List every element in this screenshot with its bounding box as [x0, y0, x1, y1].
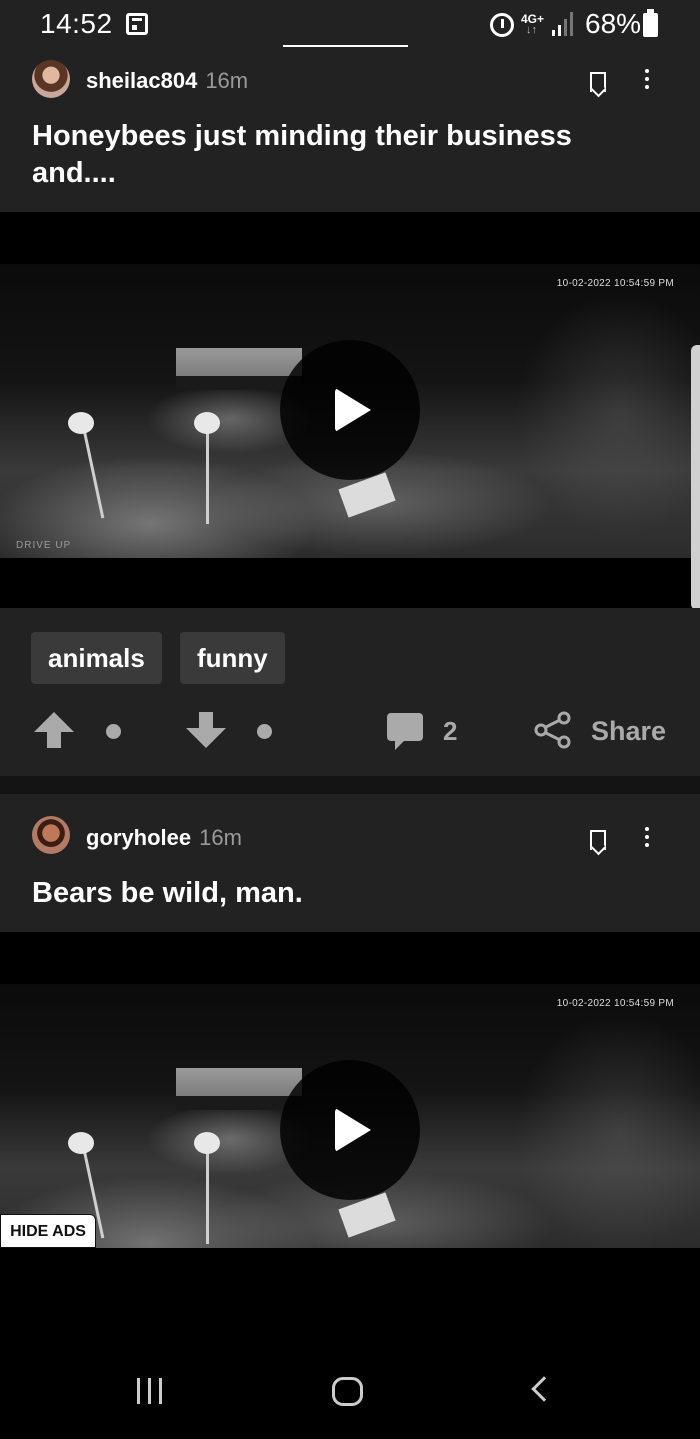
- post-time: 16m: [199, 825, 242, 850]
- back-icon[interactable]: [531, 1376, 557, 1402]
- play-button[interactable]: [280, 1060, 420, 1200]
- battery-icon: [643, 9, 658, 37]
- system-nav-bar: [0, 1345, 700, 1439]
- play-icon: [335, 1108, 371, 1152]
- share-icon[interactable]: [533, 710, 573, 750]
- video-player[interactable]: 10-02-2022 10:54:59 PM DRIVE UP: [0, 212, 700, 608]
- post-footer: animals funny 2 Share: [0, 608, 700, 776]
- comment-icon[interactable]: [387, 713, 423, 750]
- camera-label: DRIVE UP: [16, 540, 72, 551]
- downvote-icon[interactable]: [186, 712, 226, 748]
- home-icon[interactable]: [332, 1377, 363, 1406]
- battery-percent: 68%: [585, 8, 642, 39]
- flower-in-thumbnail: [194, 1132, 220, 1154]
- downvote-count-dot: [257, 724, 272, 739]
- more-options-icon[interactable]: [643, 69, 651, 91]
- post-time: 16m: [205, 68, 249, 93]
- post-header: sheilac804 16m Honeybees just minding the…: [0, 52, 700, 212]
- post-title[interactable]: Bears be wild, man.: [32, 875, 652, 912]
- hide-ads-button[interactable]: HIDE ADS: [0, 1214, 96, 1248]
- recents-icon[interactable]: [137, 1378, 167, 1404]
- scroll-handle[interactable]: [691, 345, 700, 610]
- play-button[interactable]: [280, 340, 420, 480]
- upvote-count-dot: [106, 724, 121, 739]
- post-divider: [0, 776, 700, 794]
- house-in-thumbnail: [176, 1068, 302, 1110]
- upvote-icon[interactable]: [34, 712, 74, 748]
- camera-timestamp: 10-02-2022 10:54:59 PM: [556, 998, 674, 1009]
- post-title[interactable]: Honeybees just minding their business an…: [32, 118, 652, 192]
- camera-timestamp: 10-02-2022 10:54:59 PM: [556, 278, 674, 289]
- flower-in-thumbnail: [68, 1132, 94, 1154]
- play-icon: [335, 388, 371, 432]
- flower-in-thumbnail: [68, 412, 94, 434]
- bookmark-icon[interactable]: [590, 72, 606, 92]
- bookmark-icon[interactable]: [590, 830, 606, 850]
- avatar[interactable]: [32, 816, 70, 854]
- username[interactable]: sheilac804: [86, 68, 197, 93]
- post-author[interactable]: goryholee 16m: [86, 825, 242, 851]
- house-in-thumbnail: [176, 348, 302, 390]
- more-options-icon[interactable]: [643, 827, 651, 849]
- network-activity-icon: ↓↑: [526, 24, 537, 36]
- status-bar: 14:52 4G+ ↓↑ 68%: [0, 0, 700, 52]
- calendar-icon: [126, 13, 148, 35]
- signal-icon: [552, 12, 576, 36]
- flower-in-thumbnail: [194, 412, 220, 434]
- post-author[interactable]: sheilac804 16m: [86, 68, 248, 94]
- tag-animals[interactable]: animals: [31, 632, 162, 684]
- alarm-icon: [490, 13, 514, 37]
- video-player[interactable]: 10-02-2022 10:54:59 PM: [0, 932, 700, 1345]
- status-time: 14:52: [40, 8, 113, 39]
- username[interactable]: goryholee: [86, 825, 191, 850]
- share-button[interactable]: Share: [591, 716, 666, 747]
- top-indicator-line: [283, 45, 408, 47]
- comment-count[interactable]: 2: [443, 716, 457, 747]
- avatar[interactable]: [32, 60, 70, 98]
- post-header: goryholee 16m Bears be wild, man.: [0, 794, 700, 932]
- tag-funny[interactable]: funny: [180, 632, 285, 684]
